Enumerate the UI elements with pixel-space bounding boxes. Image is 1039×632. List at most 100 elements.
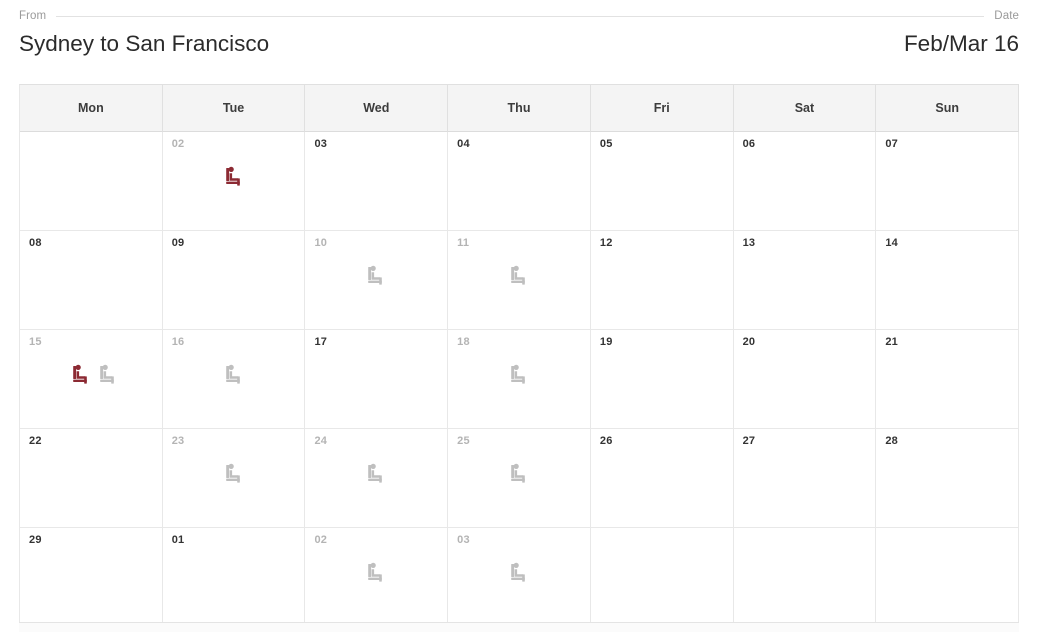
header-label-row: From Date: [19, 8, 1019, 24]
calendar-day-cell[interactable]: 26: [590, 429, 734, 528]
day-number: 11: [457, 237, 470, 249]
seat-icon-red[interactable]: [225, 166, 243, 188]
calendar-weeks: 02 03 04 05 06 07 08 09 10 11 12 13 14 15 16 17 18 19 20 21…: [20, 132, 1020, 627]
calendar-week-row: 22 23 24 25 26 27 28: [20, 429, 1020, 528]
calendar-day-cell[interactable]: 01: [162, 528, 306, 627]
calendar-day-cell[interactable]: 29: [20, 528, 163, 627]
weekday-header-sun: Sun: [876, 85, 1020, 132]
calendar-day-cell[interactable]: 08: [20, 231, 163, 330]
day-number: 21: [885, 336, 898, 348]
calendar-day-cell[interactable]: 03: [448, 528, 591, 627]
header-divider-rule: [56, 15, 985, 17]
calendar-day-cell[interactable]: 03: [305, 132, 449, 231]
calendar-day-cell[interactable]: 17: [305, 330, 449, 429]
calendar-day-cell[interactable]: 14: [876, 231, 1020, 330]
flight-calendar-page: From Date Sydney to San Francisco Feb/Ma…: [0, 0, 1039, 632]
calendar-week-row: 29 01 02 03: [20, 528, 1020, 627]
day-number: 02: [171, 138, 185, 150]
calendar-day-cell[interactable]: 11: [448, 231, 591, 330]
calendar-day-cell[interactable]: 06: [733, 132, 877, 231]
day-number: 04: [457, 138, 470, 150]
calendar-day-cell[interactable]: 04: [448, 132, 591, 231]
seat-icon-gray[interactable]: [99, 364, 117, 386]
seat-icon-gray[interactable]: [510, 463, 528, 485]
seat-icon-gray[interactable]: [367, 562, 385, 584]
weekday-header-row: Mon Tue Wed Thu Fri Sat Sun: [20, 85, 1020, 132]
calendar-day-cell[interactable]: 02: [162, 132, 306, 231]
calendar-day-cell[interactable]: 09: [162, 231, 306, 330]
calendar-day-cell[interactable]: 21: [876, 330, 1020, 429]
calendar-day-cell[interactable]: 22: [20, 429, 163, 528]
calendar-day-cell[interactable]: 15: [20, 330, 163, 429]
calendar-day-cell[interactable]: 20: [733, 330, 877, 429]
day-number: 13: [742, 237, 756, 249]
seat-icon-red[interactable]: [72, 364, 90, 386]
calendar-day-cell[interactable]: 18: [448, 330, 591, 429]
flight-icon-group: [448, 463, 590, 485]
flight-icon-group: [448, 364, 590, 386]
weekday-header-fri: Fri: [590, 85, 734, 132]
day-number: 16: [171, 336, 185, 348]
route-date-header: From Date Sydney to San Francisco Feb/Ma…: [19, 8, 1019, 57]
route-title[interactable]: Sydney to San Francisco: [19, 31, 269, 57]
flight-icon-group: [163, 463, 305, 485]
seat-icon-gray[interactable]: [367, 463, 385, 485]
weekday-header-mon: Mon: [20, 85, 163, 132]
calendar-day-cell[interactable]: 02: [305, 528, 449, 627]
calendar-day-cell[interactable]: 13: [733, 231, 877, 330]
seat-icon-gray[interactable]: [225, 463, 243, 485]
day-number: 02: [314, 534, 328, 546]
calendar-day-cell[interactable]: 23: [162, 429, 306, 528]
day-number: 29: [29, 534, 42, 546]
date-label: Date: [994, 10, 1019, 22]
calendar-week-row: 08 09 10 11 12 13 14: [20, 231, 1020, 330]
calendar-empty-cell: [20, 132, 163, 231]
calendar-next-row-peek: [19, 622, 1019, 632]
day-number: 10: [314, 237, 328, 249]
calendar-week-row: 15 16 17 18 19 20 21: [20, 330, 1020, 429]
calendar-empty-cell: [733, 528, 877, 627]
day-number: 09: [171, 237, 185, 249]
calendar-day-cell[interactable]: 24: [305, 429, 449, 528]
calendar-day-cell[interactable]: 19: [590, 330, 734, 429]
calendar-day-cell[interactable]: 27: [733, 429, 877, 528]
day-number: 25: [457, 435, 470, 447]
flight-icon-group: [20, 364, 162, 386]
calendar-day-cell[interactable]: 05: [590, 132, 734, 231]
day-number: 01: [171, 534, 185, 546]
flight-icon-group: [163, 364, 305, 386]
date-value[interactable]: Feb/Mar 16: [904, 31, 1019, 57]
day-number: 24: [314, 435, 328, 447]
seat-icon-gray[interactable]: [510, 562, 528, 584]
calendar-empty-cell: [590, 528, 734, 627]
weekday-header-thu: Thu: [448, 85, 591, 132]
flight-icon-group: [163, 166, 305, 188]
day-number: 20: [742, 336, 756, 348]
flight-icon-group: [305, 562, 447, 584]
header-title-row: Sydney to San Francisco Feb/Mar 16: [19, 31, 1019, 57]
from-label: From: [19, 10, 47, 22]
day-number: 17: [314, 336, 328, 348]
calendar-day-cell[interactable]: 10: [305, 231, 449, 330]
calendar-day-cell[interactable]: 28: [876, 429, 1020, 528]
day-number: 23: [171, 435, 185, 447]
calendar-day-cell[interactable]: 07: [876, 132, 1020, 231]
day-number: 14: [885, 237, 898, 249]
calendar-day-cell[interactable]: 25: [448, 429, 591, 528]
flight-icon-group: [305, 265, 447, 287]
day-number: 19: [599, 336, 613, 348]
weekday-header-sat: Sat: [733, 85, 877, 132]
seat-icon-gray[interactable]: [510, 265, 528, 287]
day-number: 03: [457, 534, 470, 546]
seat-icon-gray[interactable]: [225, 364, 243, 386]
day-number: 03: [314, 138, 328, 150]
seat-icon-gray[interactable]: [510, 364, 528, 386]
calendar-day-cell[interactable]: 12: [590, 231, 734, 330]
calendar-empty-cell: [876, 528, 1020, 627]
calendar-day-cell[interactable]: 16: [162, 330, 306, 429]
day-number: 05: [599, 138, 613, 150]
weekday-header-wed: Wed: [305, 85, 449, 132]
day-number: 22: [29, 435, 42, 447]
seat-icon-gray[interactable]: [367, 265, 385, 287]
day-number: 15: [29, 336, 42, 348]
